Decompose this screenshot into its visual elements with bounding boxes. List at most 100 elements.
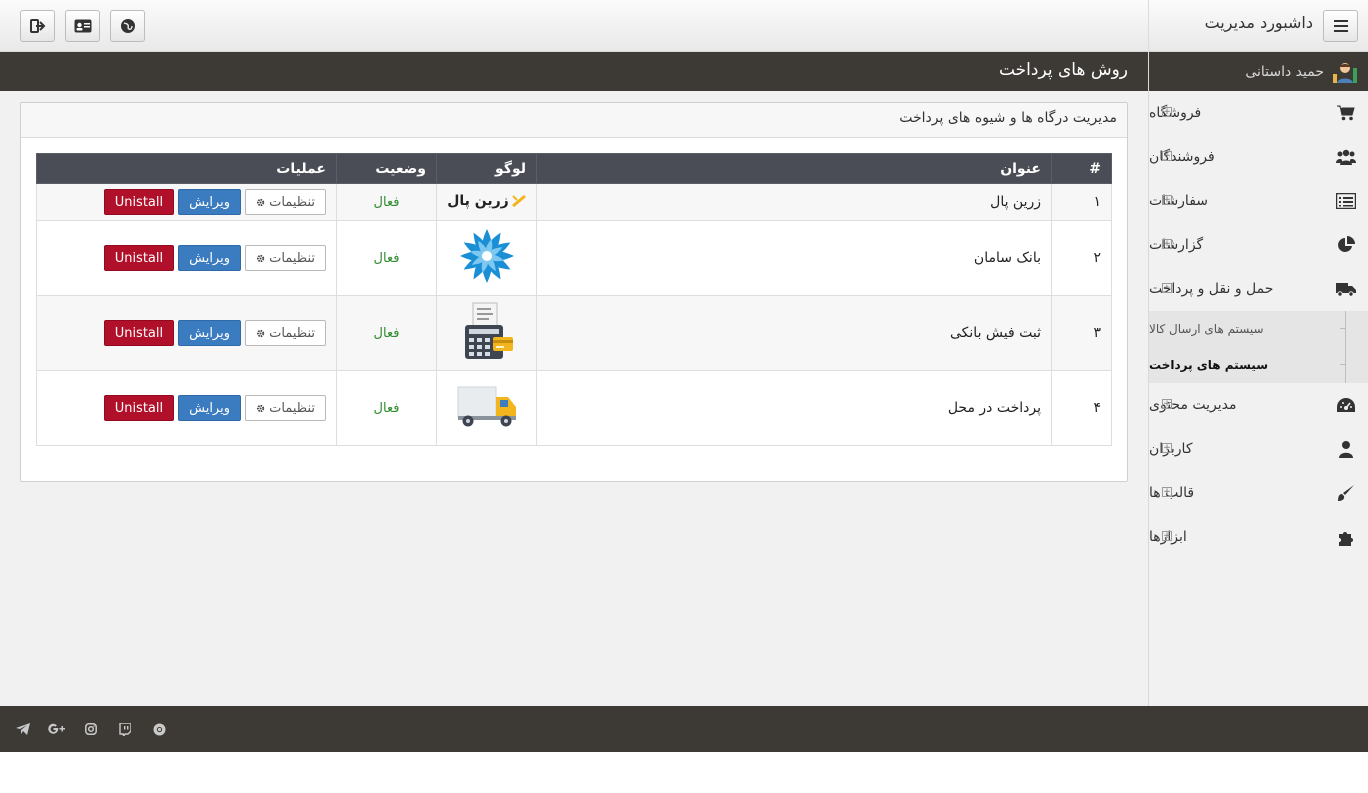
top-bar: داشبورد مدیریت bbox=[0, 0, 1368, 52]
zarinpal-logo: زرین پال bbox=[447, 193, 526, 209]
uninstall-button[interactable]: Unistall bbox=[103, 320, 175, 346]
row-actions: تنظیمات ویرایش Unistall bbox=[36, 183, 337, 221]
table-header-row: # عنوان لوگو وضعیت عملیات bbox=[36, 153, 1112, 184]
gear-icon bbox=[256, 254, 265, 262]
menu-toggle-button[interactable] bbox=[1323, 10, 1358, 42]
settings-button-label: تنظیمات bbox=[269, 400, 315, 416]
submenu-item-shipping-systems[interactable]: سیستم های ارسال کالا bbox=[1149, 311, 1368, 347]
expand-icon[interactable]: + bbox=[1162, 195, 1172, 205]
brand-area: داشبورد مدیریت bbox=[1148, 0, 1368, 52]
users-icon bbox=[1336, 149, 1356, 165]
uninstall-button[interactable]: Unistall bbox=[103, 189, 175, 215]
sidebar-item-orders[interactable]: سفارشات + bbox=[1149, 179, 1368, 223]
user-name: حمید داستانی bbox=[1245, 63, 1324, 80]
top-toolbar bbox=[20, 10, 145, 42]
row-logo-cell bbox=[436, 370, 537, 446]
edit-button[interactable]: ویرایش bbox=[178, 189, 241, 215]
telegram-link[interactable] bbox=[14, 720, 32, 738]
profile-card-button[interactable] bbox=[65, 10, 100, 42]
expand-icon[interactable]: + bbox=[1162, 531, 1172, 541]
settings-button[interactable]: تنظیمات bbox=[245, 189, 326, 215]
avatar-icon bbox=[1332, 59, 1358, 84]
instagram-link[interactable] bbox=[82, 720, 100, 738]
main-content: مدیریت درگاه ها و شیوه های پرداخت # عنوا… bbox=[0, 91, 1148, 706]
payment-methods-table: # عنوان لوگو وضعیت عملیات ۱ زرین پال زری… bbox=[36, 153, 1112, 446]
sidebar-item-shipping-payment[interactable]: حمل و نقل و پرداخت − bbox=[1149, 267, 1368, 311]
table-row: ۲ بانک سامان فعال تنظیمات ویرایش Unistal… bbox=[36, 220, 1112, 296]
sidebar-item-content[interactable]: مدیریت محتوی + bbox=[1149, 383, 1368, 427]
sidebar-item-users[interactable]: کاربران + bbox=[1149, 427, 1368, 471]
sidebar-item-shop[interactable]: فروشگاه + bbox=[1149, 91, 1368, 135]
delivery-truck-logo bbox=[457, 386, 516, 427]
edit-button[interactable]: ویرایش bbox=[178, 320, 241, 346]
settings-button[interactable]: تنظیمات bbox=[245, 245, 326, 271]
sidebar-item-templates[interactable]: قالب ها + bbox=[1149, 471, 1368, 515]
twitch-link[interactable] bbox=[116, 720, 134, 738]
edit-button[interactable]: ویرایش bbox=[178, 245, 241, 271]
user-icon bbox=[1339, 441, 1353, 458]
row-actions: تنظیمات ویرایش Unistall bbox=[36, 220, 337, 296]
expand-icon[interactable]: + bbox=[1162, 487, 1172, 497]
paint-brush-icon bbox=[1338, 485, 1354, 501]
settings-button[interactable]: تنظیمات bbox=[245, 320, 326, 346]
sidebar-item-tools[interactable]: ابزارها + bbox=[1149, 515, 1368, 559]
row-actions: تنظیمات ویرایش Unistall bbox=[36, 295, 337, 371]
submenu-item-label: سیستم های ارسال کالا bbox=[1149, 322, 1264, 336]
submenu-item-payment-systems[interactable]: سیستم های پرداخت bbox=[1149, 347, 1368, 383]
social-links bbox=[14, 720, 168, 738]
row-title: ثبت فیش بانکی bbox=[536, 295, 1052, 371]
google-plus-link[interactable] bbox=[48, 720, 66, 738]
sidebar-item-label: گزارشات bbox=[1149, 237, 1204, 253]
saman-bank-logo bbox=[459, 229, 514, 283]
column-header-logo: لوگو bbox=[436, 153, 537, 184]
logout-button[interactable] bbox=[20, 10, 55, 42]
page-header: روش های پرداخت bbox=[0, 52, 1148, 91]
bank-receipt-logo bbox=[464, 302, 513, 359]
zarinpal-mark-icon bbox=[511, 195, 526, 207]
submenu-shipping-payment: سیستم های ارسال کالا سیستم های پرداخت bbox=[1149, 311, 1368, 383]
gear-icon bbox=[256, 404, 265, 412]
submenu-item-label: سیستم های پرداخت bbox=[1149, 358, 1268, 372]
dashboard-icon bbox=[1337, 398, 1355, 412]
edit-button[interactable]: ویرایش bbox=[178, 395, 241, 421]
expand-icon[interactable]: + bbox=[1162, 239, 1172, 249]
expand-icon[interactable]: + bbox=[1162, 399, 1172, 409]
settings-button-label: تنظیمات bbox=[269, 325, 315, 341]
row-logo-cell: زرین پال bbox=[436, 183, 537, 221]
uninstall-button[interactable]: Unistall bbox=[103, 245, 175, 271]
gear-icon bbox=[256, 198, 265, 206]
brand-title: داشبورد مدیریت bbox=[1204, 13, 1313, 32]
panel-heading: مدیریت درگاه ها و شیوه های پرداخت bbox=[21, 103, 1127, 138]
expand-icon[interactable]: + bbox=[1162, 151, 1172, 161]
collapse-icon[interactable]: − bbox=[1162, 283, 1172, 293]
id-card-icon bbox=[74, 19, 91, 33]
payment-methods-panel: مدیریت درگاه ها و شیوه های پرداخت # عنوا… bbox=[20, 102, 1128, 482]
chrome-link[interactable] bbox=[150, 720, 168, 738]
settings-button[interactable]: تنظیمات bbox=[245, 395, 326, 421]
view-site-button[interactable] bbox=[110, 10, 145, 42]
column-header-number: # bbox=[1051, 153, 1112, 184]
row-logo-cell bbox=[436, 220, 537, 296]
row-number: ۴ bbox=[1051, 370, 1112, 446]
sidebar-item-reports[interactable]: گزارشات + bbox=[1149, 223, 1368, 267]
settings-button-label: تنظیمات bbox=[269, 250, 315, 266]
cart-icon bbox=[1337, 105, 1355, 121]
expand-icon[interactable]: + bbox=[1162, 107, 1172, 117]
expand-icon[interactable]: + bbox=[1162, 443, 1172, 453]
list-icon bbox=[1336, 193, 1356, 209]
status-badge: فعال bbox=[336, 220, 437, 296]
table-row: ۳ ثبت فیش بانکی فعال تنظیمات ویرایش Unis… bbox=[36, 295, 1112, 371]
column-header-title: عنوان bbox=[536, 153, 1052, 184]
user-profile[interactable]: حمید داستانی bbox=[1149, 52, 1368, 91]
column-header-status: وضعیت bbox=[336, 153, 437, 184]
row-actions: تنظیمات ویرایش Unistall bbox=[36, 370, 337, 446]
settings-button-label: تنظیمات bbox=[269, 194, 315, 210]
sidebar-item-label: فروشگاه bbox=[1149, 105, 1202, 121]
gear-icon bbox=[256, 329, 265, 337]
row-title: پرداخت در محل bbox=[536, 370, 1052, 446]
uninstall-button[interactable]: Unistall bbox=[103, 395, 175, 421]
hamburger-icon bbox=[1333, 20, 1348, 22]
row-number: ۲ bbox=[1051, 220, 1112, 296]
sidebar-item-vendors[interactable]: فروشندگان + bbox=[1149, 135, 1368, 179]
chrome-icon bbox=[153, 723, 165, 735]
